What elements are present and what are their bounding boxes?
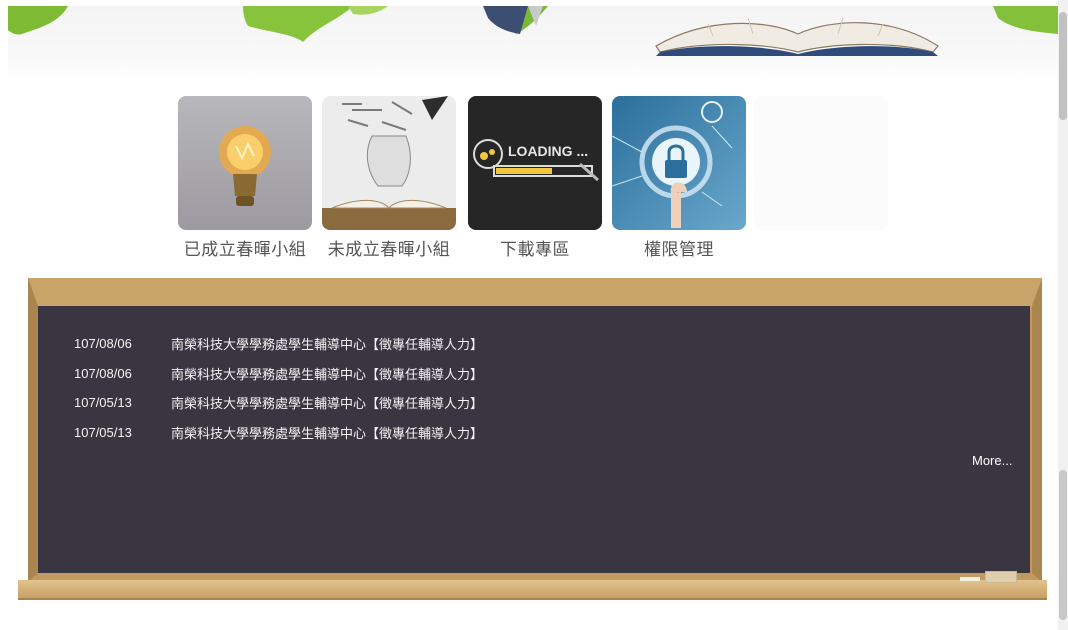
- news-title-link[interactable]: 南榮科技大學學務處學生輔導中心【徵專任輔導人力】: [171, 423, 483, 442]
- tile-label: 權限管理: [644, 240, 714, 259]
- news-title-link[interactable]: 南榮科技大學學務處學生輔導中心【徵專任輔導人力】: [171, 393, 483, 412]
- tile-established-groups[interactable]: 已成立春暉小組: [178, 96, 312, 260]
- loading-text: LOADING ...: [508, 143, 588, 159]
- tile-permission-management[interactable]: 權限管理: [612, 96, 746, 260]
- tile-label: 已成立春暉小組: [183, 240, 307, 259]
- news-row: 107/05/13 南榮科技大學學務處學生輔導中心【徵專任輔導人力】: [74, 388, 483, 418]
- placeholder-tile: [754, 96, 888, 230]
- page-scrollbar[interactable]: [1058, 0, 1068, 630]
- eraser: [985, 571, 1017, 583]
- tile-label: 下載專區: [500, 240, 570, 259]
- book-lightbulb-icon: [322, 96, 456, 230]
- scrollbar-thumb[interactable]: [1059, 12, 1067, 120]
- news-row: 107/05/13 南榮科技大學學務處學生輔導中心【徵專任輔導人力】: [74, 418, 483, 448]
- news-title-link[interactable]: 南榮科技大學學務處學生輔導中心【徵專任輔導人力】: [171, 334, 483, 353]
- header-banner: [8, 6, 1058, 82]
- banner-artwork: [8, 6, 1058, 56]
- more-link[interactable]: More...: [972, 453, 1012, 468]
- lock-icon: [612, 96, 746, 230]
- news-date: 107/08/06: [74, 336, 132, 352]
- chalkboard-ledge: [18, 580, 1047, 600]
- tile-unestablished-groups[interactable]: 未成立春暉小組: [322, 96, 456, 260]
- loading-icon: LOADING ...: [468, 96, 602, 230]
- news-date: 107/05/13: [74, 395, 132, 411]
- tile-label: 未成立春暉小組: [327, 240, 451, 259]
- news-row: 107/08/06 南榮科技大學學務處學生輔導中心【徵專任輔導人力】: [74, 329, 483, 359]
- news-row: 107/08/06 南榮科技大學學務處學生輔導中心【徵專任輔導人力】: [74, 359, 483, 389]
- scrollbar-track-highlight: [1059, 470, 1067, 620]
- news-title-link[interactable]: 南榮科技大學學務處學生輔導中心【徵專任輔導人力】: [171, 364, 483, 383]
- news-list: 107/08/06 南榮科技大學學務處學生輔導中心【徵專任輔導人力】 107/0…: [74, 329, 483, 447]
- tile-download-area[interactable]: LOADING ... 下載專區: [468, 96, 602, 260]
- lightbulb-icon: [178, 96, 312, 230]
- news-date: 107/08/06: [74, 365, 132, 381]
- news-date: 107/05/13: [74, 424, 132, 440]
- chalk-piece: [960, 577, 980, 581]
